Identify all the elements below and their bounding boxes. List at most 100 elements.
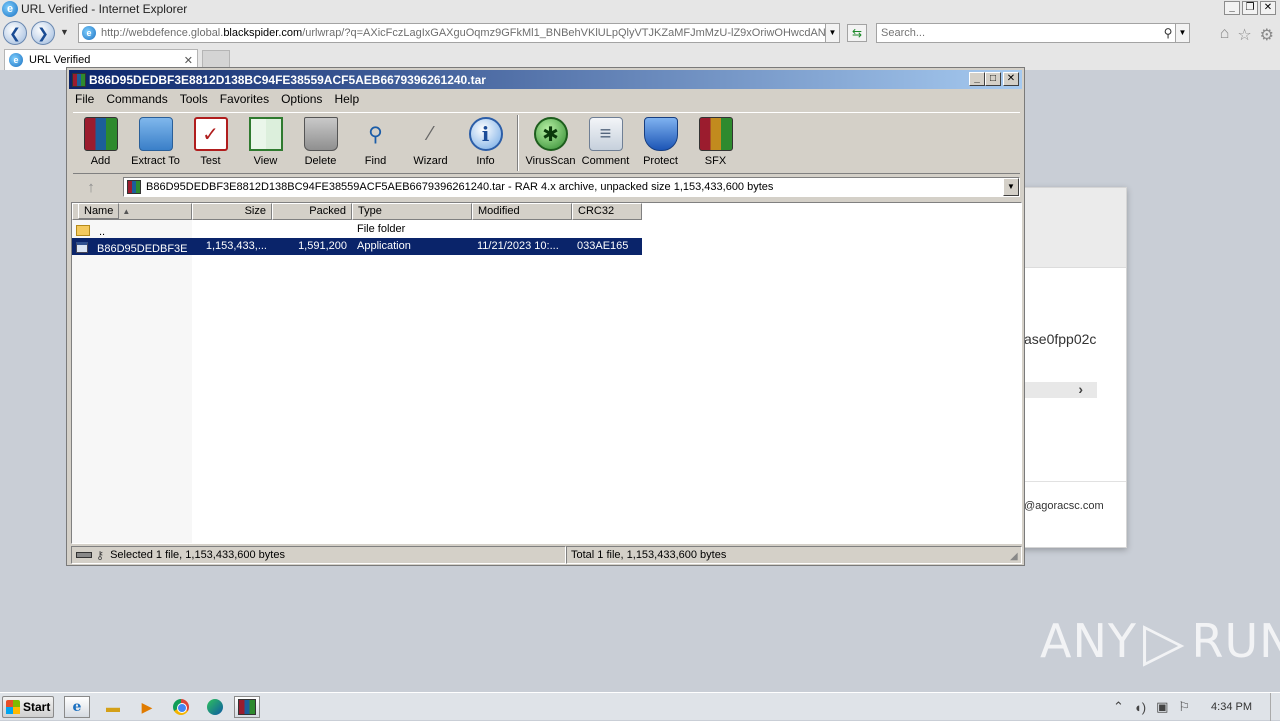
- sfx-button[interactable]: SFX: [688, 113, 743, 173]
- tab-close-icon[interactable]: ✕: [184, 54, 193, 67]
- row-size: [192, 221, 272, 238]
- comment-button[interactable]: ≡ Comment: [578, 113, 633, 173]
- virusscan-button[interactable]: ✱ VirusScan: [523, 113, 578, 173]
- info-button[interactable]: i Info: [458, 113, 513, 173]
- column-crc32[interactable]: CRC32: [572, 203, 642, 220]
- drive-icon[interactable]: [76, 552, 92, 558]
- row-type: File folder: [357, 223, 406, 235]
- taskbar-chrome-icon[interactable]: [168, 696, 194, 718]
- delete-label: Delete: [304, 155, 337, 167]
- compatibility-refresh-button[interactable]: ⇆: [847, 24, 867, 42]
- address-url[interactable]: http://webdefence.global.blackspider.com…: [101, 27, 825, 39]
- column-modified[interactable]: Modified: [472, 203, 572, 220]
- ie-close-button[interactable]: ✕: [1260, 1, 1276, 15]
- taskbar-winrar-icon[interactable]: [234, 696, 260, 718]
- watermark-left-text: ANY: [1040, 614, 1137, 668]
- winrar-maximize-button[interactable]: □: [985, 72, 1001, 86]
- magic-wand-icon: ⁄: [428, 122, 433, 145]
- column-name[interactable]: Name ▲: [72, 203, 192, 220]
- file-list-header: Name ▲ Size Packed Type Modified CRC32: [72, 203, 642, 220]
- taskbar-ie-icon[interactable]: e: [64, 696, 90, 718]
- add-button[interactable]: Add: [73, 113, 128, 173]
- extract-to-button[interactable]: Extract To: [128, 113, 183, 173]
- test-label: Test: [200, 155, 221, 167]
- card-expand-bar[interactable]: ›: [1024, 381, 1097, 398]
- taskbar-edge-icon[interactable]: [202, 696, 228, 718]
- search-dropdown-icon[interactable]: ▼: [1175, 24, 1189, 42]
- forward-button[interactable]: ❯: [31, 21, 55, 45]
- show-desktop-button[interactable]: [1270, 693, 1280, 721]
- favorites-star-icon[interactable]: ☆: [1237, 25, 1251, 45]
- card-email-fragment: @agoracsc.com: [1024, 500, 1104, 512]
- table-row[interactable]: .. File folder: [72, 221, 642, 238]
- home-icon[interactable]: ⌂: [1220, 25, 1230, 45]
- view-button[interactable]: View: [238, 113, 293, 173]
- winrar-minimize-button[interactable]: _: [969, 72, 985, 86]
- ie-restore-button[interactable]: ❐: [1242, 1, 1258, 15]
- column-packed[interactable]: Packed: [272, 203, 352, 220]
- extract-to-label: Extract To: [131, 155, 180, 167]
- sfx-archive-icon: [698, 117, 733, 151]
- add-archive-icon: [83, 117, 118, 151]
- windows-logo-icon: [6, 700, 20, 714]
- archive-path-combo[interactable]: B86D95DEDBF3E8812D138BC94FE38559ACF5AEB6…: [123, 177, 1020, 197]
- start-button[interactable]: Start: [2, 696, 54, 718]
- volume-icon[interactable]: ◖): [1134, 700, 1146, 715]
- tab-label: URL Verified: [29, 54, 91, 66]
- find-button[interactable]: ⚲ Find: [348, 113, 403, 173]
- column-type[interactable]: Type: [352, 203, 472, 220]
- taskbar-media-player-icon[interactable]: ▶: [134, 696, 160, 718]
- address-dropdown-icon[interactable]: ▼: [825, 24, 839, 42]
- file-list[interactable]: Name ▲ Size Packed Type Modified CRC32 .…: [71, 202, 1022, 544]
- search-box[interactable]: ⚲ ▼: [876, 23, 1190, 43]
- status-left-text: Selected 1 file, 1,153,433,600 bytes: [110, 549, 285, 561]
- taskbar-explorer-icon[interactable]: ▬: [100, 696, 126, 718]
- menu-file[interactable]: File: [69, 90, 100, 109]
- key-icon[interactable]: ⚷: [96, 549, 104, 562]
- settings-gear-icon[interactable]: ⚙: [1260, 25, 1274, 45]
- resize-grip-icon[interactable]: ◢: [1010, 551, 1022, 563]
- search-input[interactable]: [877, 27, 1161, 39]
- column-size[interactable]: Size: [192, 203, 272, 220]
- path-dropdown-icon[interactable]: ▼: [1003, 178, 1019, 196]
- menu-options[interactable]: Options: [275, 90, 328, 109]
- clock[interactable]: 4:34 PM: [1211, 701, 1252, 713]
- test-button[interactable]: ✓ Test: [183, 113, 238, 173]
- network-icon[interactable]: ▣: [1156, 699, 1168, 715]
- sfx-label: SFX: [704, 155, 727, 167]
- view-book-icon: [248, 117, 283, 151]
- magnifier-icon: ⚲: [368, 123, 383, 146]
- protect-button[interactable]: Protect: [633, 113, 688, 173]
- shield-icon: [643, 117, 678, 151]
- extract-folder-icon: [138, 117, 173, 151]
- row-packed: 1,591,200: [298, 240, 347, 252]
- action-center-flag-icon[interactable]: ⚐: [1178, 699, 1190, 715]
- address-bar[interactable]: e http://webdefence.global.blackspider.c…: [78, 23, 840, 43]
- name-column-shade: [72, 220, 192, 543]
- tray-expand-icon[interactable]: ⌃: [1113, 699, 1124, 715]
- menu-help[interactable]: Help: [328, 90, 365, 109]
- status-right-text: Total 1 file, 1,153,433,600 bytes: [571, 549, 727, 561]
- wizard-button[interactable]: ⁄ Wizard: [403, 113, 458, 173]
- menu-favorites[interactable]: Favorites: [214, 90, 275, 109]
- winrar-close-button[interactable]: ✕: [1003, 72, 1019, 86]
- menu-commands[interactable]: Commands: [100, 90, 173, 109]
- back-button[interactable]: ❮: [3, 21, 27, 45]
- search-icon[interactable]: ⚲: [1161, 26, 1175, 40]
- row-modified: 11/21/2023 10:...: [477, 240, 559, 252]
- delete-button[interactable]: Delete: [293, 113, 348, 173]
- comment-icon: ≡: [588, 117, 623, 151]
- menu-tools[interactable]: Tools: [174, 90, 214, 109]
- ie-logo-icon: e: [2, 1, 18, 17]
- table-row-selected[interactable]: B86D95DEDBF3E... 1,153,433,... 1,591,200…: [72, 238, 642, 255]
- start-label: Start: [23, 700, 51, 714]
- ie-minimize-button[interactable]: _: [1224, 1, 1240, 15]
- taskbar: Start e ▬ ▶ ⌃ ◖) ▣ ⚐ 4:34 PM: [0, 692, 1280, 721]
- info-label: Info: [476, 155, 495, 167]
- archive-icon: [127, 180, 141, 194]
- row-modified: [472, 221, 572, 238]
- history-dropdown-icon[interactable]: ▼: [60, 27, 69, 37]
- winrar-logo-icon: [72, 72, 86, 87]
- wizard-label: Wizard: [413, 155, 448, 167]
- up-arrow-icon[interactable]: ↑: [73, 179, 109, 196]
